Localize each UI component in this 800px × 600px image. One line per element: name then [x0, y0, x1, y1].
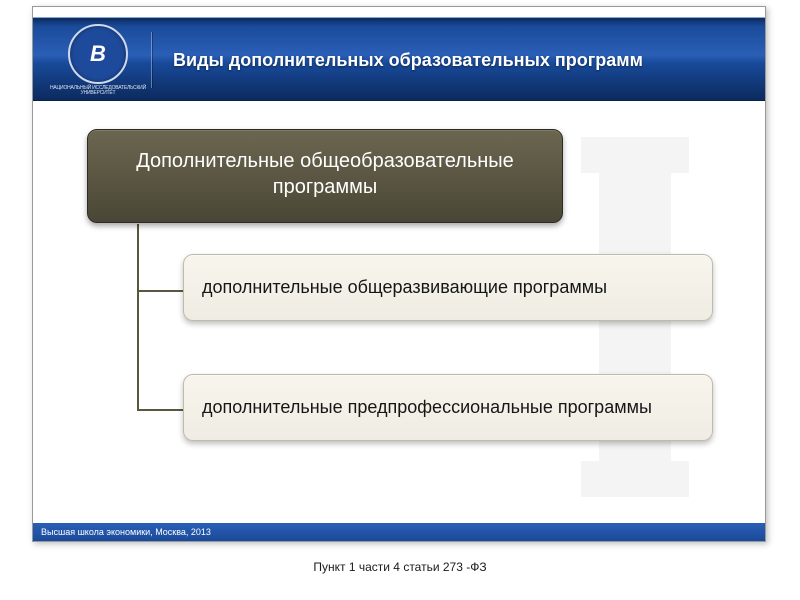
diagram-child-label: дополнительные общеразвивающие программы: [202, 277, 607, 297]
slide-title: Виды дополнительных образовательных прог…: [173, 18, 643, 102]
diagram-child-box-2: дополнительные предпрофессиональные прог…: [183, 374, 713, 441]
slide-footer: Высшая школа экономики, Москва, 2013: [33, 523, 765, 541]
hse-logo-icon: B: [68, 24, 128, 84]
connector-vertical: [137, 224, 139, 410]
slide-caption: Пункт 1 части 4 статьи 273 -ФЗ: [0, 560, 800, 574]
diagram-child-label: дополнительные предпрофессиональные прог…: [202, 397, 652, 417]
header-divider: [151, 32, 152, 88]
logo-letter: B: [90, 41, 106, 67]
connector-to-child-2: [137, 409, 183, 411]
diagram-child-box-1: дополнительные общеразвивающие программы: [183, 254, 713, 321]
header-band: B НАЦИОНАЛЬНЫЙ ИССЛЕДОВАТЕЛЬСКИЙ УНИВЕРС…: [33, 17, 765, 101]
footer-text: Высшая школа экономики, Москва, 2013: [41, 527, 211, 537]
slide: B НАЦИОНАЛЬНЫЙ ИССЛЕДОВАТЕЛЬСКИЙ УНИВЕРС…: [32, 6, 766, 542]
connector-to-child-1: [137, 290, 183, 292]
diagram-parent-label: Дополнительные общеобразовательные прогр…: [136, 150, 514, 198]
logo-block: B НАЦИОНАЛЬНЫЙ ИССЛЕДОВАТЕЛЬСКИЙ УНИВЕРС…: [45, 18, 151, 102]
logo-subtext: НАЦИОНАЛЬНЫЙ ИССЛЕДОВАТЕЛЬСКИЙ УНИВЕРСИТ…: [45, 86, 151, 97]
diagram-parent-box: Дополнительные общеобразовательные прогр…: [87, 129, 563, 223]
